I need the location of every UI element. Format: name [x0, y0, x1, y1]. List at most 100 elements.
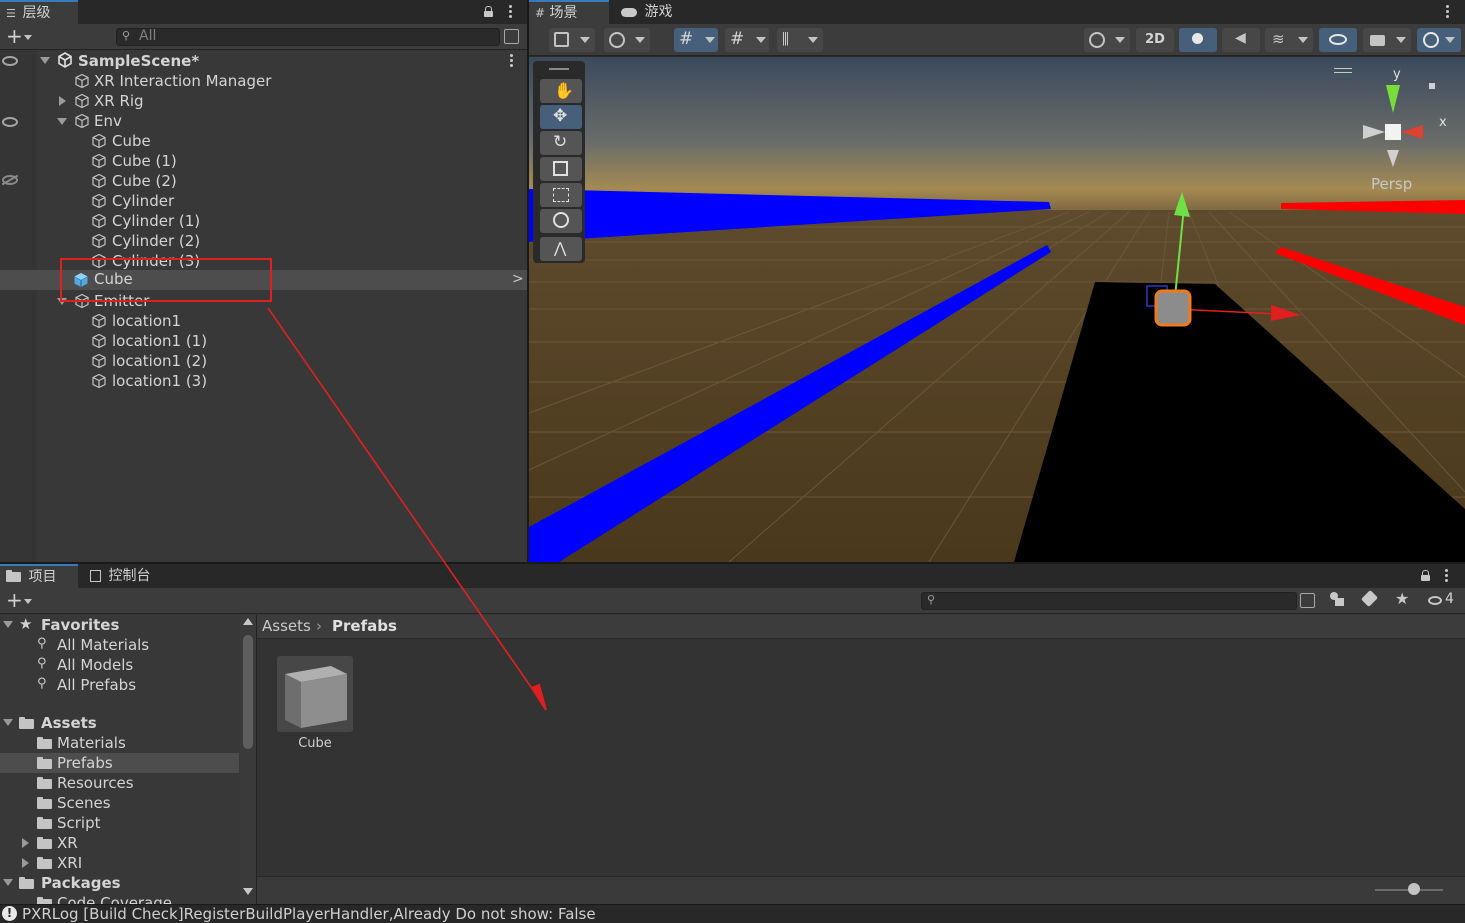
icon-size-slider-thumb[interactable]	[1408, 883, 1420, 895]
scene-fx-button[interactable]: ≋	[1265, 28, 1313, 52]
favorites-item[interactable]: ⚲ All Prefabs	[0, 675, 240, 695]
more-menu-icon[interactable]	[1446, 5, 1450, 20]
add-button[interactable]: +	[4, 24, 36, 48]
create-button[interactable]: +	[4, 588, 36, 612]
move-tool-button[interactable]: ✥	[540, 105, 582, 129]
asset-tile[interactable]: Cube	[277, 656, 353, 756]
favorites-item[interactable]: ⚲ All Models	[0, 655, 240, 675]
scene-more-icon[interactable]	[510, 54, 514, 69]
search-by-label-icon[interactable]	[1361, 590, 1378, 607]
expand-arrow-icon[interactable]	[59, 96, 66, 106]
prefab-thumbnail	[277, 656, 353, 732]
palette-drag-handle[interactable]	[549, 68, 569, 70]
expand-arrow-icon[interactable]	[57, 118, 67, 125]
gizmos-button[interactable]	[1417, 28, 1461, 52]
hierarchy-item[interactable]: XR Interaction Manager	[0, 71, 527, 91]
hierarchy-item[interactable]: location1 (3)	[0, 371, 527, 391]
tab-scene[interactable]: # 场景	[529, 0, 609, 24]
scroll-down-arrow-icon[interactable]	[243, 888, 253, 895]
more-menu-icon[interactable]	[509, 5, 513, 20]
folder-label: Materials	[57, 734, 126, 752]
hierarchy-search-input[interactable]: ⚲ All	[116, 28, 500, 46]
snap-icon: #	[730, 29, 745, 49]
folder-label: XRI	[57, 854, 83, 872]
hierarchy-item[interactable]: Cylinder (2)	[0, 231, 527, 251]
open-prefab-chevron-icon[interactable]: >	[512, 269, 524, 289]
hand-tool-button[interactable]: ✋	[540, 79, 582, 103]
scrollbar-thumb[interactable]	[243, 635, 253, 749]
gameobject-cube-icon	[92, 373, 106, 389]
tab-game[interactable]: 游戏	[615, 0, 687, 24]
draw-mode-button[interactable]	[549, 28, 595, 52]
expand-arrow-icon[interactable]	[22, 858, 29, 868]
hierarchy-item[interactable]: Cube	[0, 131, 527, 151]
scroll-up-arrow-icon[interactable]	[243, 618, 253, 625]
scene-root-row[interactable]: SampleScene*	[0, 51, 527, 71]
expand-arrow-icon[interactable]	[40, 57, 50, 64]
rect-tool-button[interactable]	[540, 183, 582, 207]
asset-folder[interactable]: Resources	[0, 773, 240, 793]
persp-label[interactable]: Persp	[1371, 175, 1412, 193]
lock-icon[interactable]	[1421, 570, 1430, 581]
asset-folder[interactable]: Script	[0, 813, 240, 833]
grid-toggle-button[interactable]: #	[674, 28, 718, 52]
orientation-gizmo[interactable]: y x Persp	[1334, 65, 1457, 195]
hierarchy-item[interactable]: location1 (2)	[0, 351, 527, 371]
hidden-packages-button[interactable]: 4	[1428, 590, 1460, 610]
asset-folder[interactable]: Scenes	[0, 793, 240, 813]
breadcrumb-item-current[interactable]: Prefabs	[332, 615, 397, 637]
favorite-star-icon[interactable]: ★	[1395, 589, 1409, 608]
favorites-header[interactable]: ★ Favorites	[0, 615, 240, 635]
packages-header[interactable]: Packages	[0, 873, 240, 893]
global-local-button[interactable]	[604, 28, 650, 52]
asset-folder[interactable]: XR	[0, 833, 240, 853]
toggle-2d-button[interactable]: 2D	[1136, 28, 1174, 52]
scale-tool-button[interactable]	[540, 157, 582, 181]
gizmo-menu-icon[interactable]	[1334, 68, 1352, 73]
effects-button[interactable]	[1084, 28, 1130, 52]
favorites-item[interactable]: ⚲ All Materials	[0, 635, 240, 655]
scene-viewport[interactable]: ✋ ✥ ↻ ⋀ y x Persp	[529, 57, 1465, 562]
custom-tool-button[interactable]: ⋀	[540, 237, 582, 261]
lighting-toggle-button[interactable]	[1179, 28, 1217, 52]
breadcrumb-item[interactable]: Assets	[262, 615, 311, 637]
status-bar[interactable]: ! PXRLog [Build Check]RegisterBuildPlaye…	[0, 904, 1465, 923]
more-menu-icon[interactable]	[1445, 569, 1449, 584]
tab-hierarchy[interactable]: ☰ 层级	[0, 0, 78, 24]
tree-scrollbar[interactable]	[240, 615, 256, 904]
asset-folder-selected[interactable]: Prefabs	[0, 753, 239, 773]
project-search-input[interactable]: ⚲	[921, 592, 1297, 610]
audio-toggle-button[interactable]: ◀	[1222, 28, 1260, 52]
package-folder[interactable]: Code Coverage	[0, 893, 240, 904]
hierarchy-item[interactable]: Cube (2)	[0, 171, 527, 191]
expand-arrow-icon[interactable]	[3, 719, 13, 726]
expand-arrow-icon[interactable]	[22, 838, 29, 848]
hierarchy-item[interactable]: Cylinder (1)	[0, 211, 527, 231]
asset-folder[interactable]: Materials	[0, 733, 240, 753]
hierarchy-item[interactable]: location1 (1)	[0, 331, 527, 351]
search-icon: ⚲	[37, 656, 47, 671]
search-options-icon[interactable]	[504, 29, 519, 44]
hierarchy-item[interactable]: XR Rig	[0, 91, 527, 111]
hierarchy-item[interactable]: location1	[0, 311, 527, 331]
scene-visibility-button[interactable]	[1319, 28, 1357, 52]
folder-icon	[6, 570, 21, 582]
increment-snap-button[interactable]: ⫼	[777, 28, 823, 52]
gameobject-cube-icon	[92, 233, 106, 249]
snap-settings-button[interactable]: #	[725, 28, 769, 52]
tab-project[interactable]: 项目	[0, 564, 78, 588]
search-by-type-icon[interactable]	[1330, 592, 1344, 606]
hierarchy-item[interactable]: Env	[0, 111, 527, 131]
hierarchy-item[interactable]: Cylinder	[0, 191, 527, 211]
transform-tool-button[interactable]	[540, 209, 582, 233]
lock-icon[interactable]	[484, 6, 493, 17]
rotate-tool-button[interactable]: ↻	[540, 131, 582, 155]
hierarchy-item[interactable]: Cube (1)	[0, 151, 527, 171]
tab-console[interactable]: 控制台	[84, 564, 164, 588]
search-options-icon[interactable]	[1300, 593, 1315, 608]
expand-arrow-icon[interactable]	[3, 621, 13, 628]
camera-settings-button[interactable]	[1363, 28, 1411, 52]
expand-arrow-icon[interactable]	[3, 879, 13, 886]
assets-header[interactable]: Assets	[0, 713, 240, 733]
asset-folder[interactable]: XRI	[0, 853, 240, 873]
